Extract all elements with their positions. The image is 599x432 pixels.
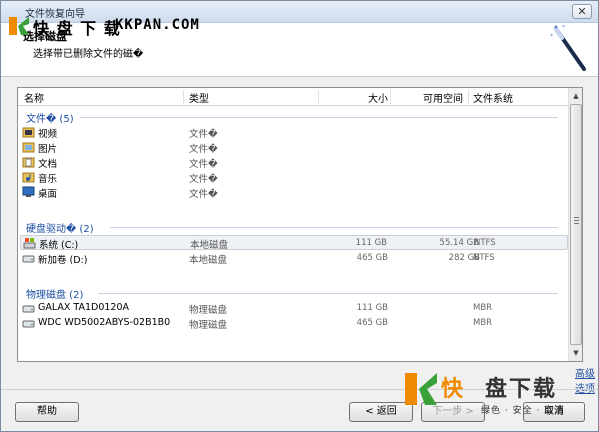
help-button[interactable]: 帮助 <box>15 402 79 422</box>
system-drive-icon <box>23 238 36 249</box>
vertical-scrollbar[interactable]: ▲ ▼ <box>568 88 582 361</box>
file-recovery-wizard-window: 文件恢复向导 ✕ 选择磁盘 选择带已删除文件的磁� 快 盘 下 载 KKPAN.… <box>0 0 599 432</box>
list-item[interactable]: 视频 文件� <box>20 125 568 140</box>
watermark-bottom-sub: 绿色 · 安全 · 高速 <box>481 406 565 416</box>
list-item[interactable]: WDC WD5002ABYS-02B1B0 物理磁盘 465 GB MBR <box>20 316 568 331</box>
documents-folder-icon <box>22 157 35 168</box>
list-item[interactable]: 音乐 文件� <box>20 170 568 185</box>
watermark-bottom: 快 盘下载 绿色 · 安全 · 高速 <box>401 367 581 419</box>
watermark-text-cn: 快 盘 下 载 <box>33 19 121 38</box>
music-folder-icon <box>22 172 35 183</box>
watermark-text-en: KKPAN.COM <box>115 17 200 33</box>
close-icon: ✕ <box>577 5 587 18</box>
column-header: 名称 类型 大小 可用空间 文件系统 <box>18 88 570 106</box>
list-item[interactable]: 桌面 文件� <box>20 185 568 200</box>
column-filesystem[interactable]: 文件系统 <box>473 90 513 105</box>
group-header-folders: 文件� (5) <box>26 114 74 125</box>
physical-disk-icon <box>22 305 35 313</box>
list-item[interactable]: 新加卷 (D:) 本地磁盘 465 GB 282 GB NTFS <box>20 251 568 266</box>
group-header-physical-disks: 物理磁盘 (2) <box>26 290 84 301</box>
column-type[interactable]: 类型 <box>189 90 209 105</box>
list-item[interactable]: 文档 文件� <box>20 155 568 170</box>
desktop-folder-icon <box>22 186 35 197</box>
pictures-folder-icon <box>22 142 35 153</box>
close-button[interactable]: ✕ <box>572 4 592 19</box>
column-name[interactable]: 名称 <box>24 90 44 105</box>
kkpan-logo-icon <box>9 17 29 35</box>
scrollbar-thumb[interactable] <box>570 104 582 345</box>
column-size[interactable]: 大小 <box>368 90 388 105</box>
magic-wand-icon <box>550 25 586 71</box>
video-folder-icon <box>22 127 35 138</box>
physical-disk-icon <box>22 320 35 328</box>
scroll-up-icon[interactable]: ▲ <box>570 89 582 103</box>
watermark-bottom-cn-dark: 盘下载 <box>485 377 558 402</box>
kkpan-logo-icon <box>405 373 437 405</box>
watermark-top: 快 盘 下 载 KKPAN.COM <box>3 11 213 41</box>
watermark-bottom-cn-orange: 快 <box>441 377 466 402</box>
list-item[interactable]: 图片 文件� <box>20 140 568 155</box>
scroll-down-icon[interactable]: ▼ <box>570 346 582 360</box>
disk-list[interactable]: 名称 类型 大小 可用空间 文件系统 文件� (5) 视频 文件� 图片 文件�… <box>17 87 583 362</box>
list-item-selected[interactable]: 系统 (C:) 本地磁盘 111 GB 55.14 GB NTFS <box>20 235 568 251</box>
page-subtitle: 选择带已删除文件的磁� <box>33 49 144 60</box>
drive-icon <box>22 255 35 263</box>
column-free-space[interactable]: 可用空间 <box>423 90 463 105</box>
group-header-hard-drives: 硬盘驱动� (2) <box>26 224 94 235</box>
list-item[interactable]: GALAX TA1D0120A 物理磁盘 111 GB MBR <box>20 301 568 316</box>
